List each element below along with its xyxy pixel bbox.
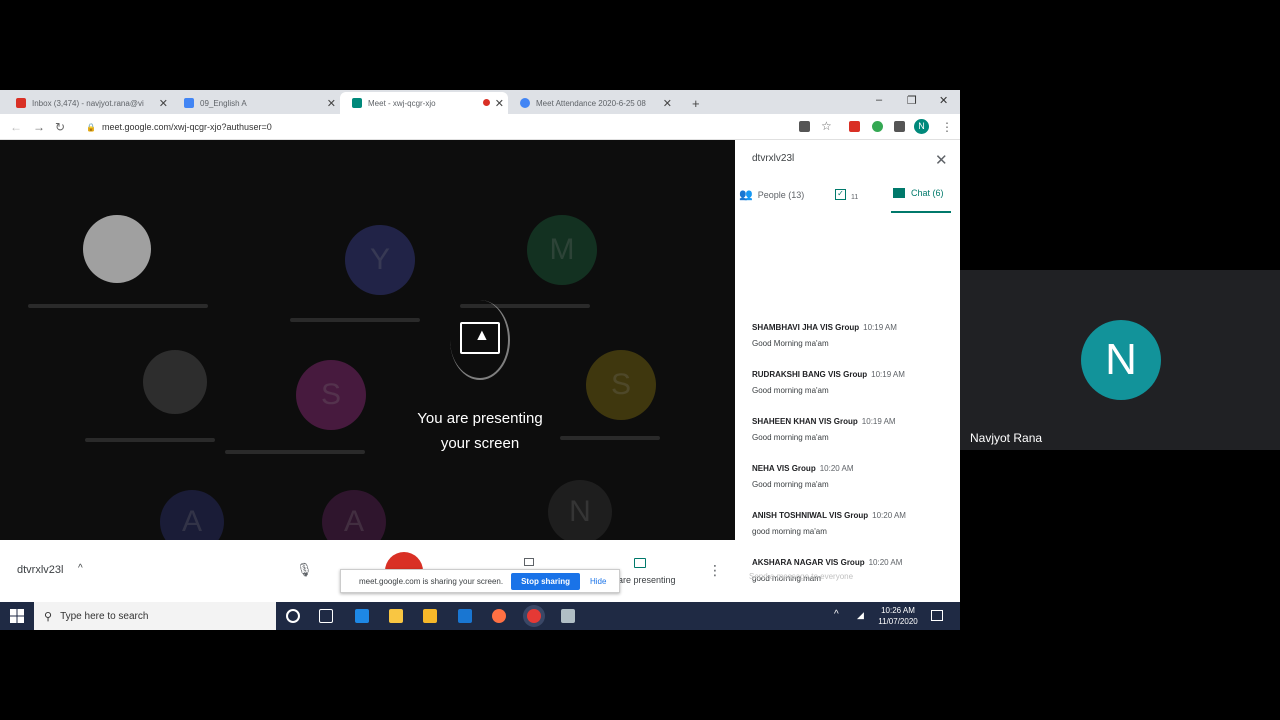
microphone-icon[interactable]: 🎙 <box>296 562 313 578</box>
chevron-up-icon[interactable]: ^ <box>78 563 83 574</box>
notifications-icon[interactable] <box>931 610 943 621</box>
tab-meet[interactable]: Meet - xwj-qcgr-xjo ✕ <box>340 92 508 114</box>
task-view-icon[interactable] <box>319 609 333 623</box>
meeting-code: dtvrxlv23l <box>752 153 795 164</box>
window-close-icon[interactable]: ✕ <box>939 94 948 107</box>
chat-input[interactable]: Send a message to everyone <box>749 572 853 581</box>
arrow-up-icon: ▲ <box>474 327 490 344</box>
chat-message: NEHA VIS Group 10:20 AM Good morning ma'a… <box>752 464 854 489</box>
tab-english[interactable]: 09_English A ✕ <box>172 92 340 114</box>
more-options-icon[interactable]: ⋮ <box>708 562 722 579</box>
participant-avatar: M <box>527 215 597 285</box>
browser-toolbar: ← → ↻ 🔒 meet.google.com/xwj-qcgr-xjo?aut… <box>0 114 960 140</box>
new-tab-button[interactable]: + <box>680 92 704 114</box>
participant-avatar: Y <box>345 225 415 295</box>
tab-chat[interactable]: Chat (6) <box>893 188 944 198</box>
globe-icon <box>520 98 530 108</box>
name-placeholder <box>85 438 215 442</box>
close-tab-icon[interactable]: ✕ <box>327 97 336 110</box>
address-bar[interactable]: 🔒 meet.google.com/xwj-qcgr-xjo?authuser=… <box>80 117 788 137</box>
chat-message: ANISH TOSHNIWAL VIS Group 10:20 AM good m… <box>752 511 906 536</box>
tab-people[interactable]: 👥 People (13) <box>739 188 804 201</box>
presenting-button-label[interactable]: are presenting <box>618 575 676 585</box>
docs-icon <box>184 98 194 108</box>
participant-avatar: S <box>586 350 656 420</box>
participant-avatar: A <box>322 490 386 540</box>
chat-message: RUDRAKSHI BANG VIS Group 10:19 AM Good mo… <box>752 370 905 395</box>
taskbar-search[interactable]: ⚲ Type here to search <box>34 602 276 630</box>
chrome-icon[interactable] <box>527 609 541 623</box>
store-icon[interactable] <box>423 609 437 623</box>
camera-icon[interactable] <box>799 121 810 132</box>
extension-icon[interactable] <box>872 121 883 132</box>
present-screen-icon[interactable] <box>634 558 646 568</box>
extension-shield-icon[interactable] <box>849 121 860 132</box>
participant-tile: N Navjyot Rana <box>960 270 1280 450</box>
minimize-icon[interactable]: – <box>876 94 882 106</box>
active-tab-indicator <box>891 211 951 213</box>
profile-avatar[interactable]: N <box>914 119 929 134</box>
chat-message: SHAHEEN KHAN VIS Group 10:19 AM Good morn… <box>752 417 896 442</box>
browser-window: Inbox (3,474) - navjyot.rana@vi ✕ 09_Eng… <box>0 90 960 602</box>
tab-attendance[interactable]: Meet Attendance 2020-6-25 08 ✕ <box>508 92 676 114</box>
puzzle-icon[interactable] <box>894 121 905 132</box>
recording-dot-icon <box>483 99 490 106</box>
search-icon: ⚲ <box>44 610 53 623</box>
chat-message: SHAMBHAVI JHA VIS Group 10:19 AM Good Mor… <box>752 323 897 348</box>
lock-icon: 🔒 <box>86 122 96 132</box>
cortana-icon[interactable] <box>286 609 300 623</box>
star-icon[interactable]: ☆ <box>821 119 832 133</box>
screen-share-notification: meet.google.com is sharing your screen. … <box>340 569 620 593</box>
gmail-icon <box>16 98 26 108</box>
stop-sharing-button[interactable]: Stop sharing <box>511 572 580 590</box>
tab-strip: Inbox (3,474) - navjyot.rana@vi ✕ 09_Eng… <box>0 90 960 114</box>
participant-avatar <box>143 350 207 414</box>
tab-tasks[interactable]: ✓ 11 <box>835 188 858 201</box>
presenting-line-2: your screen <box>440 435 520 452</box>
edge-icon[interactable] <box>355 609 369 623</box>
meet-stage: Y M S S A A N ▲ You are presenting your … <box>0 140 735 540</box>
participant-name: Navjyot Rana <box>970 431 1043 445</box>
hide-button[interactable]: Hide <box>590 577 606 586</box>
windows-start-icon[interactable] <box>10 609 24 623</box>
presenting-line-1: You are presenting <box>417 410 543 427</box>
captions-icon[interactable] <box>524 558 534 566</box>
participant-avatar: A <box>160 490 224 540</box>
app-icon[interactable] <box>561 609 575 623</box>
name-placeholder <box>225 450 365 454</box>
people-icon: 👥 <box>739 189 753 201</box>
avatar: N <box>1081 320 1161 400</box>
close-icon[interactable]: ✕ <box>935 151 948 169</box>
firefox-icon[interactable] <box>492 609 506 623</box>
meeting-details-button[interactable]: dtvrxlv23l <box>17 564 63 576</box>
taskbar: ⚲ Type here to search ^ ◢ 10:26 AM 11/07… <box>0 602 960 630</box>
forward-icon[interactable]: → <box>33 120 45 134</box>
back-icon[interactable]: ← <box>10 120 22 134</box>
name-placeholder <box>28 304 208 308</box>
participant-avatar: N <box>548 480 612 540</box>
chat-icon <box>893 188 905 198</box>
close-tab-icon[interactable]: ✕ <box>495 97 504 110</box>
checkbox-icon: ✓ <box>835 189 846 200</box>
meet-icon <box>352 98 362 108</box>
clock[interactable]: 10:26 AM 11/07/2020 <box>872 605 924 627</box>
presenting-indicator: ▲ You are presenting your screen <box>390 290 570 452</box>
share-notice-text: meet.google.com is sharing your screen. <box>359 576 504 586</box>
menu-dots-icon[interactable]: ⋮ <box>941 120 953 134</box>
participant-avatar: S <box>296 360 366 430</box>
tab-gmail[interactable]: Inbox (3,474) - navjyot.rana@vi ✕ <box>4 92 172 114</box>
network-icon[interactable]: ◢ <box>857 610 864 621</box>
close-tab-icon[interactable]: ✕ <box>663 97 672 110</box>
close-tab-icon[interactable]: ✕ <box>159 97 168 110</box>
mail-icon[interactable] <box>458 609 472 623</box>
file-explorer-icon[interactable] <box>389 609 403 623</box>
restore-icon[interactable]: ❐ <box>907 94 917 107</box>
participant-avatar <box>83 215 151 283</box>
tray-expand-icon[interactable]: ^ <box>834 609 839 620</box>
side-panel: dtvrxlv23l ✕ 👥 People (13) ✓ 11 Chat (6)… <box>735 140 960 602</box>
present-screen-icon: ▲ <box>460 322 500 354</box>
reload-icon[interactable]: ↻ <box>55 120 65 134</box>
name-placeholder <box>560 436 660 440</box>
